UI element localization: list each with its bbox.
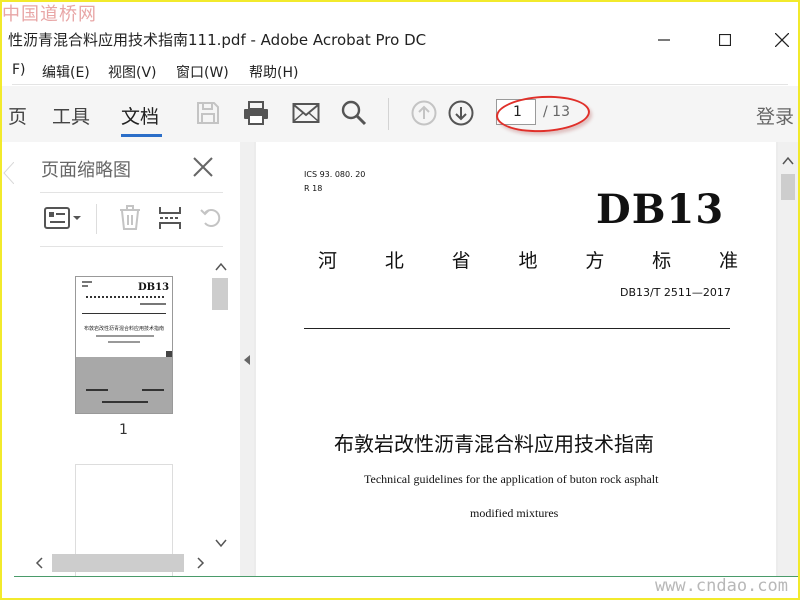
menu-bar: F) 编辑(E) 视图(V) 窗口(W) 帮助(H) [0,60,800,82]
watermark-bottom: www.cndao.com [654,576,788,596]
close-icon [775,33,789,47]
extract-page-button[interactable] [156,204,184,232]
thumb-resize-handle[interactable] [166,351,172,357]
document-page: ICS 93. 080. 20 R 18 DB13 河 北 省 地 方 标 准 … [256,142,776,576]
scroll-left-icon [35,557,43,569]
icon-divider [96,204,97,234]
document-vertical-scrollbar[interactable] [778,142,798,576]
thumb-rule [82,313,166,314]
page-down-icon [448,100,474,126]
maximize-icon [719,34,731,46]
search-icon [341,100,367,126]
thumbnail-options-button[interactable] [44,204,84,232]
email-button[interactable] [290,98,322,128]
maximize-button[interactable] [705,28,745,52]
toolbar: 页 工具 文档 1 / 13 登录 [0,86,800,142]
doc-province-char: 省 [451,250,471,272]
menu-divider [12,84,788,85]
print-icon [244,101,268,125]
thumb-date-line [86,389,108,391]
options-icon [44,207,81,229]
thumb-date-line-2 [142,389,164,391]
scroll-down-icon [215,539,227,548]
thumbnail-vertical-scrollbar[interactable] [210,258,228,552]
sign-in-link[interactable]: 登录 [756,102,794,129]
watermark-top: 中国道桥网 [2,4,97,25]
panel-collapse-strip[interactable] [240,142,254,576]
collapse-left-icon [244,355,250,365]
tab-home[interactable]: 页 [8,102,27,129]
panel-title: 页面缩略图 [41,160,131,181]
thumb-stdno-line [140,303,166,305]
close-window-button[interactable] [762,28,800,52]
next-page-button[interactable] [445,98,477,128]
thumb-en-line-2 [108,341,140,343]
page-thumbnail-1[interactable]: DB13 布敦岩改性沥青混合料应用技术指南 [75,276,173,414]
delete-page-button[interactable] [116,204,144,232]
doc-province-char: 北 [384,250,404,272]
doc-title-chinese: 布敦岩改性沥青混合料应用技术指南 [334,432,654,456]
thumb-lower-band [76,357,172,413]
menu-file[interactable]: F) [12,62,26,78]
menu-edit[interactable]: 编辑(E) [42,62,90,82]
rotate-page-button[interactable] [198,204,226,232]
thumb-r-line [82,285,88,287]
document-scroll-thumb[interactable] [781,174,795,200]
doc-ics: ICS 93. 080. 20 [304,170,366,179]
minimize-icon [658,39,670,41]
thumb-en-line [96,335,154,337]
panel-divider [40,192,223,193]
extract-icon [159,207,181,229]
save-icon [197,102,219,124]
panel-divider [40,246,223,247]
toolbar-divider [388,98,389,130]
menu-view[interactable]: 视图(V) [108,62,157,82]
title-bar: 性沥青混合料应用技术指南111.pdf - Adobe Acrobat Pro … [0,26,800,54]
panel-close-button[interactable] [192,156,214,178]
minimize-button[interactable] [644,28,684,52]
scroll-up-icon [782,156,794,165]
doc-province-char: 方 [585,250,605,272]
close-icon [193,157,213,177]
doc-title-english-1: Technical guidelines for the application… [364,472,659,486]
doc-r-code: R 18 [304,184,323,193]
thumb-issuer-line [102,401,148,403]
page-thumbnails-panel: 页面缩略图 DB13 布敦岩改性沥青混合料应用技术指南 1 [3,142,241,578]
menu-help[interactable]: 帮助(H) [249,62,298,82]
page-up-icon [411,100,437,126]
thumbnail-page-label: 1 [119,422,128,438]
print-button[interactable] [240,98,272,128]
doc-title-english-2: modified mixtures [470,506,559,520]
tab-tools[interactable]: 工具 [52,102,90,129]
search-button[interactable] [338,98,370,128]
delete-icon [120,205,140,230]
window-title: 性沥青混合料应用技术指南111.pdf - Adobe Acrobat Pro … [8,31,427,49]
thumb-province-line [86,296,164,301]
doc-province-standard: 河 北 省 地 方 标 准 [318,246,738,273]
thumb-title: 布敦岩改性沥青混合料应用技术指南 [84,326,165,332]
rotate-icon [200,209,221,227]
save-button[interactable] [192,98,224,128]
tab-document[interactable]: 文档 [121,102,159,129]
menu-window[interactable]: 窗口(W) [176,62,229,82]
previous-page-button[interactable] [408,98,440,128]
vertical-scroll-thumb[interactable] [212,278,228,310]
thumb-code: DB13 [138,282,170,293]
horizontal-scroll-thumb[interactable] [52,554,184,572]
scroll-up-icon [215,262,227,271]
thumbnail-horizontal-scrollbar[interactable] [28,554,210,572]
active-tab-indicator [121,134,162,137]
doc-header-rule [304,328,730,329]
doc-province-char: 准 [718,250,738,272]
doc-province-char: 标 [652,250,672,272]
scroll-right-icon [197,557,205,569]
doc-db-code: DB13 [596,186,725,233]
doc-province-char: 地 [518,250,538,272]
thumb-ics-line [82,281,92,283]
doc-standard-number: DB13/T 2511—2017 [620,286,731,299]
panel-pointer [3,162,14,184]
mail-icon [292,103,320,123]
doc-province-char: 河 [318,250,338,272]
